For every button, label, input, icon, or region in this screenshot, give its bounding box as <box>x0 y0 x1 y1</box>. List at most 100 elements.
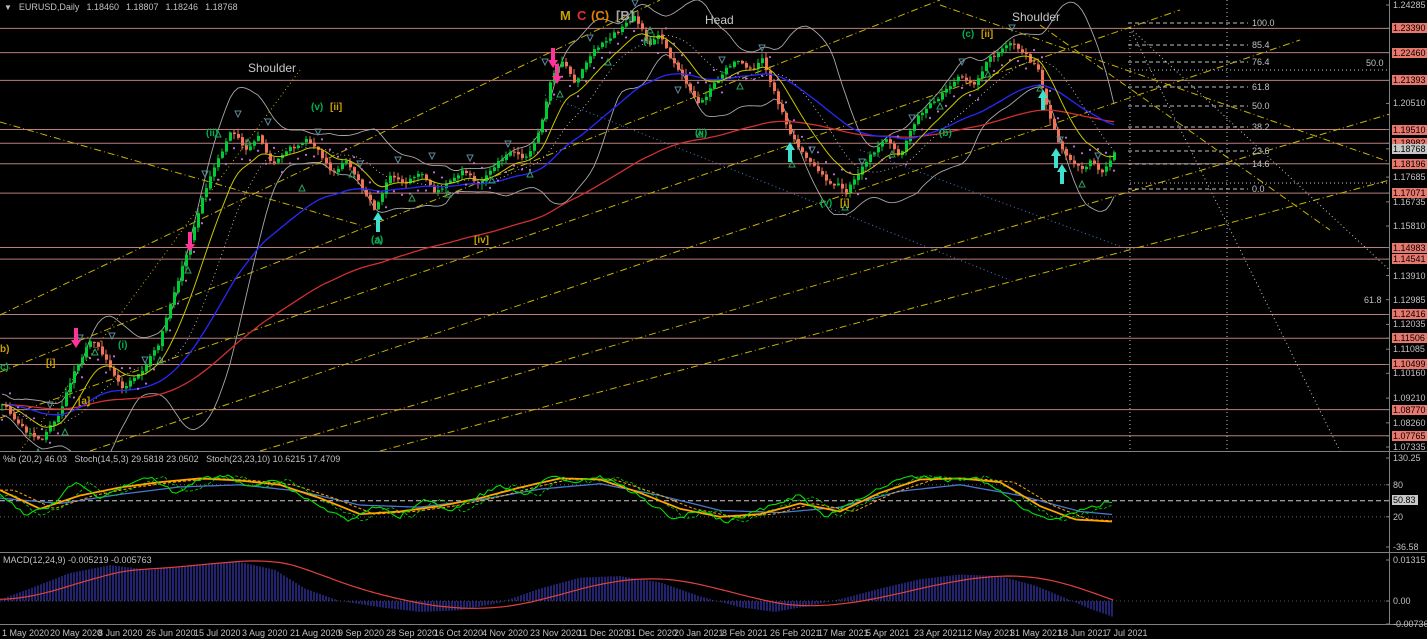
price-axis-tick: 1.09210 <box>1393 393 1426 404</box>
pattern-label: (i) <box>643 36 652 47</box>
price-axis-tick: 1.08770 <box>1392 404 1427 415</box>
pattern-label: c) <box>0 362 9 373</box>
price-axis-tick: 1.23390 <box>1392 23 1427 34</box>
time-axis-label: 23 Apr 2021 <box>914 628 963 638</box>
indicator1-axis-tick: 80 <box>1393 479 1404 490</box>
price-axis-tick: 1.07765 <box>1392 430 1427 441</box>
fib-level-label: 100.0 <box>1252 18 1275 28</box>
pattern-label: Head <box>705 13 734 27</box>
symbol-timeframe-label: EURUSD,Daily <box>18 2 80 12</box>
fractal-down-icon <box>718 56 726 65</box>
pattern-label: C <box>577 8 587 23</box>
macd-panel-layer <box>0 560 1389 617</box>
fractal-down-icon <box>674 86 682 95</box>
indicator2-axis-tick: 0.00 <box>1393 596 1411 607</box>
time-axis-label: 17 Mar 2021 <box>818 628 869 638</box>
symbol-title-bar: ▼ EURUSD,Daily 1.18460 1.18807 1.18246 1… <box>4 2 238 12</box>
fib-level-label: 50.0 <box>1252 101 1270 111</box>
ohlc-high: 1.18807 <box>125 2 159 12</box>
fractal-down-icon <box>394 156 402 165</box>
indicator1-axis-tick: 20 <box>1393 511 1404 522</box>
time-axis-label: 12 May 2021 <box>962 628 1015 638</box>
price-axis-tick: 1.15810 <box>1393 220 1426 231</box>
pattern-label: Shoulder <box>248 61 296 75</box>
pattern-label: [a] <box>78 396 90 407</box>
price-axis-tick: 1.24285 <box>1393 0 1426 10</box>
symbol-dropdown-icon[interactable]: ▼ <box>4 3 12 12</box>
time-axis-label: 26 Feb 2021 <box>770 628 821 638</box>
time-axis-label: 15 Jul 2020 <box>194 628 241 638</box>
pattern-label: [B] <box>616 8 634 23</box>
price-axis-tick: 1.17685 <box>1393 172 1426 183</box>
price-axis-tick: 1.16735 <box>1393 196 1426 207</box>
fractal-up-icon <box>91 347 99 356</box>
time-axis-label: 5 Apr 2021 <box>866 628 910 638</box>
price-axis-tick: 1.22460 <box>1392 47 1427 58</box>
price-axis-tick: 1.12035 <box>1393 319 1426 330</box>
current-price-tick: 1.18768 <box>1392 143 1427 154</box>
pattern-label: (ii) <box>695 128 707 139</box>
fractal-up-icon <box>604 57 612 66</box>
fractal-up-icon <box>61 427 69 436</box>
ohlc-open: 1.18460 <box>86 2 119 12</box>
time-axis-label: 31 Dec 2020 <box>626 628 678 638</box>
price-axis-tick: 1.18196 <box>1392 158 1427 169</box>
price-axis-tick: 1.19510 <box>1392 124 1427 135</box>
pattern-label: (v) <box>820 198 832 209</box>
buy-signal-arrow-icon <box>1057 164 1067 184</box>
time-axis-label: 7 Jul 2021 <box>1106 628 1148 638</box>
fractal-down-icon <box>586 34 594 43</box>
time-axis-label: 11 Dec 2020 <box>578 628 629 638</box>
fib-level-label: 23.6 <box>1252 146 1270 156</box>
time-axis-label: 31 May 2021 <box>1010 628 1063 638</box>
indicator1-axis-tick: 130.25 <box>1393 453 1421 463</box>
pattern-label: (v) <box>311 102 323 113</box>
buy-signal-arrow-icon <box>373 212 383 232</box>
price-axis-tick: 1.07335 <box>1393 441 1426 452</box>
pattern-label: (a) <box>371 235 383 246</box>
time-axis-label: 8 Feb 2021 <box>722 628 768 638</box>
fractal-up-icon <box>408 193 416 202</box>
indicator1-axis-tick: 50.83 <box>1392 495 1418 506</box>
fractal-up-icon <box>984 69 992 78</box>
fib-level-label: 0.0 <box>1252 184 1265 194</box>
fractal-down-icon <box>808 146 816 155</box>
price-axis-tick: 1.13910 <box>1393 270 1426 281</box>
buy-signal-arrow-icon <box>1051 148 1061 168</box>
time-axis-label: 3 Aug 2020 <box>242 628 288 638</box>
fractal-up-icon <box>736 81 744 90</box>
fractal-down-icon <box>201 170 209 179</box>
fib-level-label: 85.4 <box>1252 40 1270 50</box>
fractal-down-icon <box>428 152 436 161</box>
price-chart-canvas[interactable]: 100.0 85.4 76.4 61.8 50.0 38.2 23.6 14.6 0.0 50.0… <box>0 0 1427 639</box>
pattern-label: [iv] <box>474 235 489 246</box>
fib-level-label: 61.8 <box>1364 295 1382 305</box>
fib-level-label: 38.2 <box>1252 122 1270 132</box>
pattern-label: [i] <box>46 358 55 369</box>
time-axis-label: 23 Nov 2020 <box>530 628 582 638</box>
price-axis-tick: 1.14541 <box>1392 254 1427 265</box>
fractal-down-icon <box>264 118 272 127</box>
stochastic-indicator-label: %b (20,2) 46.03 Stoch(14,5,3) 29.5818 23… <box>3 454 341 464</box>
pattern-label: (c) <box>962 29 974 40</box>
fib-level-label: 76.4 <box>1252 57 1270 67</box>
pattern-label: [ii] <box>330 102 342 113</box>
price-axis-tick: 1.12416 <box>1392 309 1427 320</box>
time-axis-label: 20 May 2020 <box>50 628 103 638</box>
time-axis-label: 8 Jun 2020 <box>98 628 143 638</box>
fractal-up-icon <box>1078 179 1086 188</box>
fib-level-label: 61.8 <box>1252 82 1270 92</box>
indicator1-axis-tick: -36.58 <box>1393 542 1419 552</box>
price-axis-tick: 1.12985 <box>1393 294 1426 305</box>
time-axis-label: 28 Sep 2020 <box>386 628 438 638</box>
price-axis-tick: 1.10160 <box>1393 368 1426 379</box>
fractal-down-icon <box>141 356 149 365</box>
pattern-label: M <box>560 8 571 23</box>
fractal-down-icon <box>466 154 474 163</box>
time-axis-label: 9 Sep 2020 <box>338 628 385 638</box>
pattern-label: (b) <box>939 128 952 139</box>
pattern-label: (i) <box>118 340 127 351</box>
buy-signal-arrow-icon <box>785 142 795 162</box>
fractal-up-icon <box>936 101 944 110</box>
fib-level-label: 50.0 <box>1366 58 1384 68</box>
